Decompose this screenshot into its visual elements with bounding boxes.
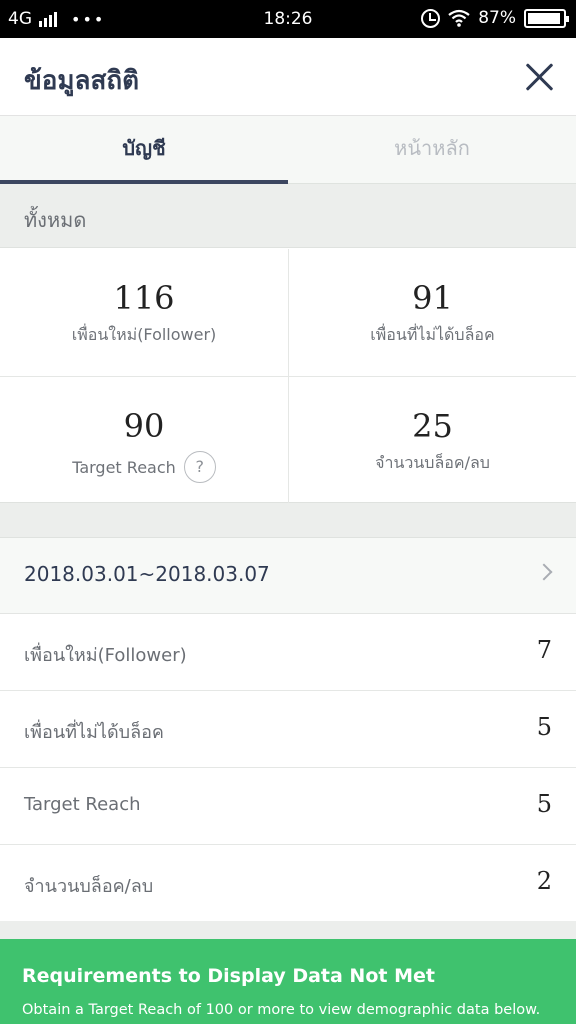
alarm-icon	[421, 8, 441, 28]
stat-value: 25	[412, 407, 453, 445]
stats-grid: 116 เพื่อนใหม่(Follower) 91 เพื่อนที่ไม่…	[0, 249, 576, 503]
stat-value: 91	[412, 279, 453, 317]
stat-label-row: Target Reach ?	[0, 451, 288, 483]
stat-label-group: Target Reach ?	[72, 451, 216, 483]
stat-value: 90	[123, 407, 165, 445]
stat-unblocked-friends: 91 เพื่อนที่ไม่ได้บล็อค	[288, 249, 576, 376]
status-bar-right: 87%	[421, 8, 569, 28]
list-item-value: 5	[536, 713, 552, 741]
requirements-banner: Requirements to Display Data Not Met Obt…	[0, 939, 576, 1024]
stat-blocked-count: 25 จำนวนบล็อค/ลบ	[288, 376, 576, 503]
banner-title: Requirements to Display Data Not Met	[22, 965, 435, 987]
tab-bar: บัญชี หน้าหลัก	[0, 116, 576, 184]
list-item-value: 7	[536, 636, 552, 664]
list-item-blocked-count: จำนวนบล็อค/ลบ 2	[0, 845, 576, 922]
section-divider	[0, 503, 576, 538]
battery-percent: 87%	[478, 8, 516, 28]
stat-label: Target Reach	[72, 457, 176, 477]
stat-new-followers: 116 เพื่อนใหม่(Follower)	[0, 249, 288, 376]
stat-label: เพื่อนที่ไม่ได้บล็อค	[370, 325, 495, 344]
list-item-target-reach: Target Reach 5	[0, 768, 576, 845]
tab-account[interactable]: บัญชี	[0, 116, 288, 184]
date-range-row[interactable]: 2018.03.01~2018.03.07	[0, 538, 576, 614]
list-item-value: 2	[536, 867, 552, 895]
stat-value: 116	[113, 279, 175, 317]
section-label-total: ทั้งหมด	[24, 208, 87, 232]
stat-target-reach: 90 Target Reach ?	[0, 376, 288, 503]
list-item-unblocked-friends: เพื่อนที่ไม่ได้บล็อค 5	[0, 691, 576, 768]
battery-icon	[524, 8, 569, 28]
stat-label: เพื่อนใหม่(Follower)	[71, 325, 217, 344]
page-title: ข้อมูลสถิติ	[24, 66, 139, 96]
app-header: ข้อมูลสถิติ	[0, 38, 576, 116]
stat-label: จำนวนบล็อค/ลบ	[375, 453, 490, 472]
close-icon[interactable]	[522, 58, 558, 94]
tab-home[interactable]: หน้าหลัก	[288, 116, 576, 184]
list-item-new-followers: เพื่อนใหม่(Follower) 7	[0, 614, 576, 691]
list-item-label: จำนวนบล็อค/ลบ	[24, 876, 154, 897]
date-range: 2018.03.01~2018.03.07	[24, 562, 270, 586]
list-item-label: Target Reach	[24, 794, 141, 815]
list-item-label: เพื่อนที่ไม่ได้บล็อค	[24, 722, 164, 743]
section-divider	[0, 921, 576, 939]
list-item-value: 5	[536, 790, 552, 818]
help-icon[interactable]: ?	[183, 451, 216, 483]
section-header: ทั้งหมด	[0, 184, 576, 248]
list-item-label: เพื่อนใหม่(Follower)	[24, 645, 187, 666]
chevron-right-icon	[535, 563, 553, 581]
wifi-icon	[448, 9, 470, 27]
banner-text: Obtain a Target Reach of 100 or more to …	[22, 1002, 541, 1018]
status-bar: 4G ••• 18:26 87%	[0, 0, 576, 38]
